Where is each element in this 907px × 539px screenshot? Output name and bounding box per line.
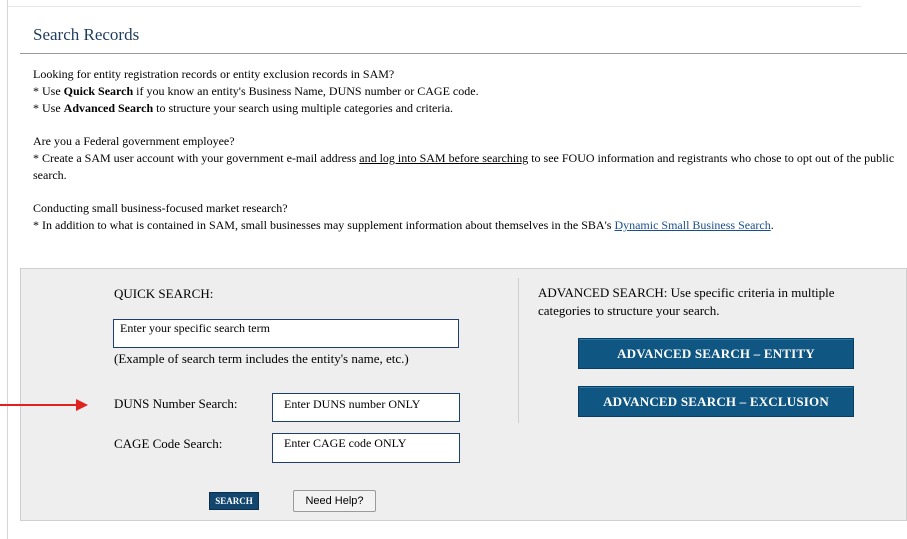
adv-suffix: to structure your search using multiple … <box>153 101 454 115</box>
red-arrow-icon <box>0 399 88 411</box>
advanced-search-exclusion-button[interactable]: ADVANCED SEARCH – EXCLUSION <box>578 386 854 417</box>
adv-prefix: * Use <box>33 101 64 115</box>
advanced-search-entity-button[interactable]: ADVANCED SEARCH – ENTITY <box>578 338 854 369</box>
intro-paragraph-2: Are you a Federal government employee? *… <box>33 133 903 184</box>
fed-question: Are you a Federal government employee? <box>33 134 235 148</box>
cage-input[interactable] <box>272 433 460 463</box>
dynamic-small-business-search-link[interactable]: Dynamic Small Business Search <box>614 218 770 232</box>
search-term-example: (Example of search term includes the ent… <box>114 351 409 366</box>
advanced-search-term: Advanced Search <box>63 101 154 115</box>
page-left-border <box>7 0 8 539</box>
intro-section: Looking for entity registration records … <box>33 66 903 250</box>
cage-label: CAGE Code Search: <box>114 436 223 451</box>
advanced-search-description: ADVANCED SEARCH: Use specific criteria i… <box>538 285 835 318</box>
title-divider <box>20 53 907 54</box>
intro-paragraph-3: Conducting small business-focused market… <box>33 200 903 234</box>
search-term-input[interactable] <box>113 319 459 348</box>
quick-search-label: QUICK SEARCH: <box>114 286 214 301</box>
need-help-button[interactable]: Need Help? <box>293 490 376 512</box>
duns-input[interactable] <box>272 393 460 422</box>
panel-divider <box>518 278 519 423</box>
quick-suffix: if you know an entity's Business Name, D… <box>133 84 479 98</box>
top-rule <box>8 6 861 7</box>
quick-search-term: Quick Search <box>63 84 134 98</box>
intro-line1: Looking for entity registration records … <box>33 67 395 81</box>
search-button[interactable]: SEARCH <box>209 492 259 510</box>
duns-label: DUNS Number Search: <box>114 396 238 411</box>
small-prefix: * In addition to what is contained in SA… <box>33 218 615 232</box>
fed-prefix: * Create a SAM user account with your go… <box>33 151 360 165</box>
small-suffix: . <box>770 218 774 232</box>
page-title: Search Records <box>33 25 140 44</box>
small-business-question: Conducting small business-focused market… <box>33 201 288 215</box>
intro-paragraph-1: Looking for entity registration records … <box>33 66 903 117</box>
login-link[interactable]: and log into SAM before searching <box>359 151 528 165</box>
quick-prefix: * Use <box>33 84 64 98</box>
